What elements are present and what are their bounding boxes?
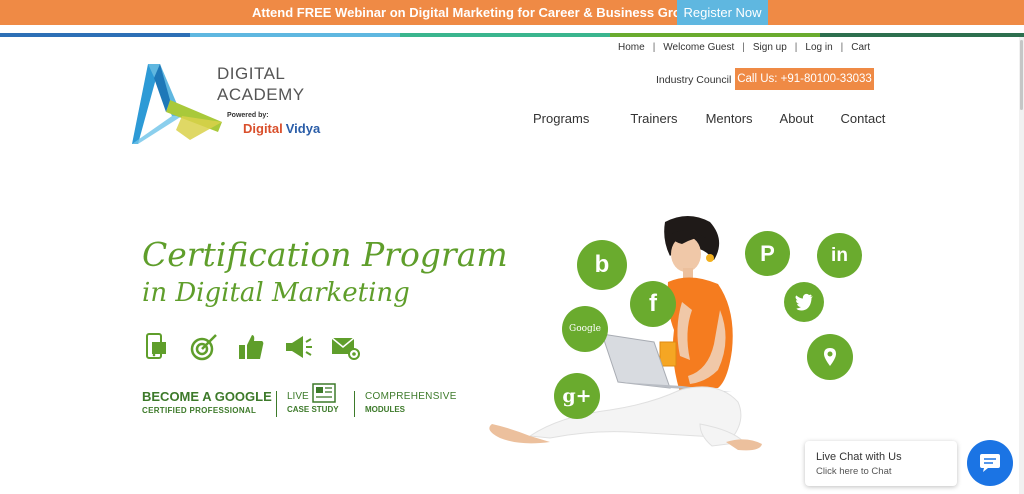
nav-programs[interactable]: Programs [533, 111, 589, 126]
log-in-link[interactable]: Log in [797, 42, 840, 53]
badge-google-subtitle: CERTIFIED PROFESSIONAL [142, 406, 257, 415]
megaphone-icon [286, 336, 312, 358]
digital-vidya-brand: Digital Vidya [243, 121, 320, 136]
main-nav: Programs Trainers Mentors About Contact [533, 111, 885, 126]
logo-mark-icon [132, 64, 222, 144]
scrollbar-thumb[interactable] [1020, 40, 1023, 110]
divider [354, 391, 355, 417]
hero-subtitle: in Digital Marketing [142, 278, 410, 308]
linkedin-icon: in [817, 233, 862, 278]
banner-text: Attend FREE Webinar on Digital Marketing… [252, 5, 704, 20]
live-chat-title: Live Chat with Us [816, 451, 902, 463]
google-plus-icon: g+ [554, 373, 600, 419]
hero-title: Certification Program [142, 235, 508, 274]
twitter-icon [784, 282, 824, 322]
chat-bubble-icon [980, 454, 1000, 472]
feature-icons [142, 332, 377, 362]
sign-up-link[interactable]: Sign up [745, 42, 795, 53]
nav-mentors[interactable]: Mentors [706, 111, 753, 126]
logo-line1: DIGITAL [217, 64, 286, 83]
nav-about[interactable]: About [780, 111, 814, 126]
chat-button[interactable] [967, 440, 1013, 486]
email-icon [331, 337, 360, 360]
mobile-icon [146, 333, 166, 359]
nav-contact[interactable]: Contact [841, 111, 886, 126]
cart-link[interactable]: Cart [843, 42, 878, 53]
divider [276, 391, 277, 417]
home-link[interactable]: Home [610, 42, 653, 53]
color-strip [0, 33, 1024, 37]
badge-modules-title: COMPREHENSIVE [365, 391, 457, 402]
welcome-guest-link[interactable]: Welcome Guest [655, 42, 742, 53]
pinterest-icon: P [745, 231, 790, 276]
live-chat-box[interactable]: Live Chat with Us Click here to Chat [805, 441, 957, 486]
bing-icon: b [577, 240, 627, 290]
logo-line2: ACADEMY [217, 85, 305, 104]
newspaper-icon [312, 383, 336, 403]
top-links: Home | Welcome Guest | Sign up | Log in … [610, 42, 878, 53]
nav-trainers[interactable]: Trainers [630, 111, 677, 126]
brand-part-a: Digital [243, 121, 283, 136]
facebook-icon: f [630, 281, 676, 327]
call-us-button[interactable]: Call Us: +91-80100-33033 [735, 68, 874, 90]
badge-live-subtitle: CASE STUDY [287, 405, 339, 414]
location-icon [807, 334, 853, 380]
register-now-button[interactable]: Register Now [677, 0, 768, 25]
site-logo[interactable]: DIGITAL ACADEMY Powered by: Digital Vidya [130, 60, 330, 146]
thumbs-up-icon [239, 335, 264, 359]
target-icon [190, 334, 217, 361]
brand-part-b: Vidya [285, 121, 321, 136]
live-chat-subtitle: Click here to Chat [816, 466, 892, 477]
google-icon: Google [562, 306, 608, 352]
webinar-banner: Attend FREE Webinar on Digital Marketing… [0, 0, 1024, 25]
powered-by-label: Powered by: [227, 112, 269, 119]
badge-modules-subtitle: MODULES [365, 405, 405, 414]
badge-google-title: BECOME A GOOGLE [142, 389, 272, 404]
industry-council-link[interactable]: Industry Council [656, 74, 731, 86]
badge-live-title: LIVE [287, 391, 309, 402]
